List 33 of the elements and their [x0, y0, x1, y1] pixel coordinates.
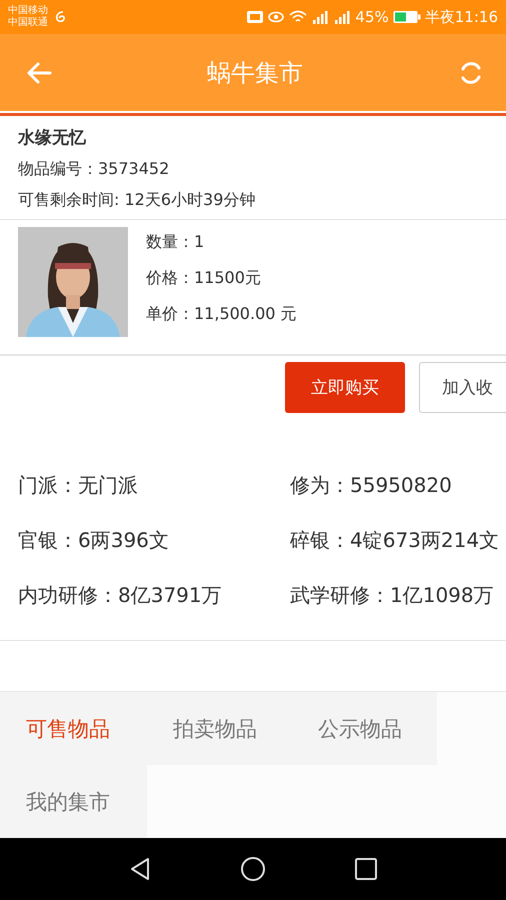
tab[interactable]: 我的集市 [0, 765, 147, 838]
remaining-time: 可售剩余时间: 12天6小时39分钟 [18, 190, 256, 211]
recents-icon[interactable] [354, 857, 378, 881]
attribute-text: 碎银：4锭673两214文 [290, 528, 500, 553]
attribute-text: 内功研修：8亿3791万 [18, 583, 223, 608]
signal-icon [311, 10, 330, 24]
signal-icon [333, 10, 352, 24]
item-detail: 价格：11500元 [146, 268, 262, 289]
battery-icon [392, 10, 421, 24]
attribute-text: 官银：6两396文 [18, 528, 170, 553]
page-title: 蜗牛集市 [207, 58, 303, 88]
item-name: 水缘无忆 [18, 127, 87, 149]
item-detail: 数量：1 [146, 232, 206, 253]
back-icon[interactable] [128, 856, 152, 882]
tab[interactable]: 公示物品 [292, 692, 437, 765]
buy-now-button[interactable]: 立即购买 [285, 362, 405, 413]
attribute-text: 修为：55950820 [290, 473, 453, 498]
tab[interactable]: 可售物品 [0, 692, 147, 765]
attribute-text: 武学研修：1亿1098万 [290, 583, 495, 608]
carrier-name: 中国移动 [8, 5, 48, 16]
hd-icon [247, 11, 264, 23]
eye-icon [267, 10, 286, 24]
wifi-icon [289, 10, 308, 24]
tab[interactable]: 拍卖物品 [147, 692, 292, 765]
clock: 半夜11:16 [424, 8, 498, 26]
favorite-button[interactable]: 加入收 [419, 362, 506, 413]
carrier-name: 中国联通 [8, 17, 48, 29]
battery-percent: 45% [355, 8, 389, 26]
attribute-text: 门派：无门派 [18, 473, 139, 498]
item-detail: 单价：11,500.00 元 [146, 304, 297, 325]
item-number: 物品编号：3573452 [18, 159, 170, 180]
home-icon[interactable] [240, 856, 266, 882]
swirl-icon [54, 10, 68, 24]
